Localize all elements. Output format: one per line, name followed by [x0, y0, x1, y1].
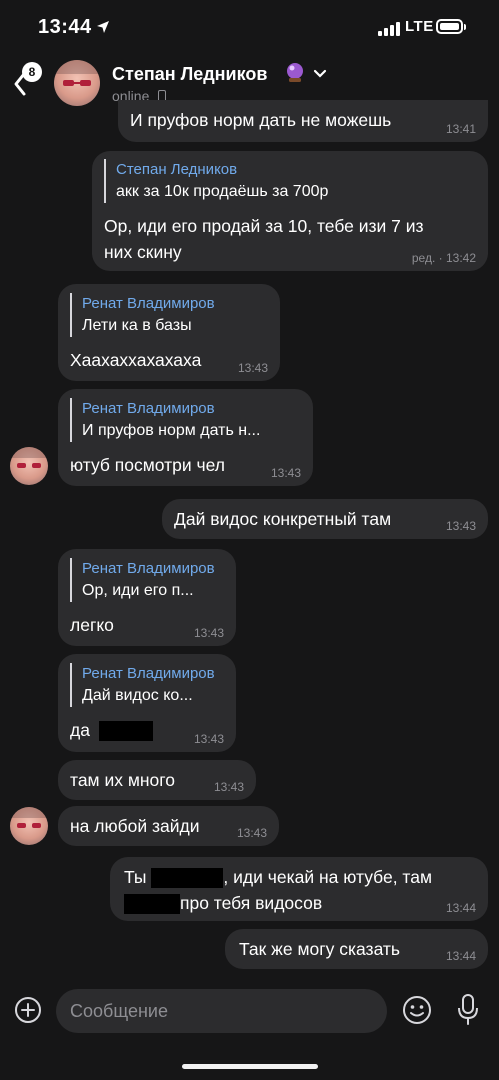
reply-text: Ор, иди его п...: [82, 582, 194, 599]
reply-quote[interactable]: Ренат Владимиров Лети ка в базы: [70, 293, 280, 337]
message-text: там их много: [70, 770, 175, 790]
reply-quote[interactable]: Ренат Владимиров И пруфов норм дать н...: [70, 398, 313, 442]
message-text: Так же могу сказать: [239, 939, 401, 959]
reply-author: Ренат Владимиров: [82, 400, 215, 417]
message-text: И пруфов норм дать не можешь: [130, 110, 392, 130]
message-bubble-outgoing[interactable]: Степан Ледников акк за 10к продаёшь за 7…: [92, 151, 488, 271]
emoji-smile-icon[interactable]: [402, 995, 432, 1025]
message-time: 13:43: [193, 626, 224, 640]
message-text: да: [70, 720, 90, 740]
message-text-line: них скину: [104, 242, 182, 262]
attach-plus-icon[interactable]: [14, 996, 42, 1024]
message-time-value: 13:42: [445, 251, 476, 265]
message-text-part: Ты: [124, 867, 147, 887]
message-bubble-incoming[interactable]: на любой зайди 13:43: [58, 806, 279, 846]
reply-text: Лети ка в базы: [82, 317, 192, 334]
reply-text: И пруфов норм дать н...: [82, 422, 261, 439]
message-bubble-outgoing[interactable]: Ты , иди чекай на ютубе, там про тебя ви…: [110, 857, 488, 921]
battery-icon: [436, 19, 463, 34]
message-time: 13:44: [445, 949, 476, 963]
message-text: ютуб посмотри чел: [70, 455, 225, 475]
message-text-part: про тебя видосов: [180, 893, 323, 913]
reply-author: Ренат Владимиров: [82, 560, 215, 577]
battery-tip: [464, 24, 466, 30]
reply-quote[interactable]: Ренат Владимиров Ор, иди его п...: [70, 558, 236, 602]
redaction-block: [151, 868, 224, 889]
message-bubble-incoming[interactable]: Ренат Владимиров Ор, иди его п... легко …: [58, 549, 236, 646]
sender-avatar[interactable]: [10, 447, 48, 485]
message-time: 13:43: [236, 826, 267, 840]
home-indicator: [182, 1064, 318, 1069]
message-text: Ты , иди чекай на ютубе, там про тебя ви…: [124, 864, 488, 916]
message-bubble-incoming[interactable]: там их много 13:43: [58, 760, 256, 800]
contact-avatar[interactable]: [54, 60, 100, 106]
redaction-block: [98, 721, 153, 742]
reply-author: Ренат Владимиров: [82, 665, 215, 682]
message-text: на любой зайди: [70, 816, 200, 836]
message-bubble-incoming[interactable]: Ренат Владимиров Лети ка в базы Хаахахха…: [58, 284, 280, 381]
message-bubble-incoming[interactable]: Ренат Владимиров Дай видос ко... да 13:4…: [58, 654, 236, 752]
message-time: 13:44: [445, 901, 476, 915]
reply-text: акк за 10к продаёшь за 700р: [116, 183, 329, 200]
microphone-icon[interactable]: [456, 993, 480, 1027]
message-text-part: , иди чекай на ютубе, там: [223, 867, 433, 887]
location-arrow-icon: [97, 21, 109, 33]
reply-author: Степан Ледников: [116, 161, 238, 178]
cellular-signal-icon: [378, 20, 400, 36]
message-bubble-outgoing[interactable]: Дай видос конкретный там 13:43: [162, 499, 488, 539]
message-time: 13:43: [237, 361, 268, 375]
reply-text: Дай видос ко...: [82, 687, 193, 704]
chat-title[interactable]: Степан Ледников: [112, 64, 267, 85]
unread-count-badge: 8: [22, 62, 42, 82]
message-time: 13:43: [270, 466, 301, 480]
message-bubble-outgoing[interactable]: Так же могу сказать 13:44: [225, 929, 488, 969]
message-text-line: Ор, иди его продай за 10, тебе изи 7 из: [104, 216, 424, 236]
reply-author: Ренат Владимиров: [82, 295, 215, 312]
message-time: 13:43: [193, 732, 224, 746]
edited-label: ред. ·: [411, 251, 443, 265]
message-bubble-incoming[interactable]: Ренат Владимиров И пруфов норм дать н...…: [58, 389, 313, 486]
redaction-block: [124, 894, 180, 915]
status-time: 13:44: [38, 16, 92, 38]
sender-avatar[interactable]: [10, 807, 48, 845]
message-time: 13:41: [445, 122, 476, 136]
message-text: Дай видос конкретный там: [174, 509, 392, 529]
crystal-ball-emoji-icon: [287, 63, 303, 82]
message-time: 13:43: [445, 519, 476, 533]
message-time: 13:43: [213, 780, 244, 794]
message-bubble-outgoing[interactable]: И пруфов норм дать не можешь 13:41: [118, 100, 488, 142]
message-text: легко: [70, 615, 114, 635]
network-type: LTE: [405, 18, 434, 35]
message-time: ред. · 13:42: [412, 251, 476, 265]
chevron-down-icon[interactable]: [312, 68, 328, 80]
message-input[interactable]: Сообщение: [56, 989, 387, 1033]
reply-quote[interactable]: Ренат Владимиров Дай видос ко...: [70, 663, 236, 707]
message-text: Хаахаххахахаха: [70, 350, 202, 370]
reply-quote[interactable]: Степан Ледников акк за 10к продаёшь за 7…: [104, 159, 474, 203]
